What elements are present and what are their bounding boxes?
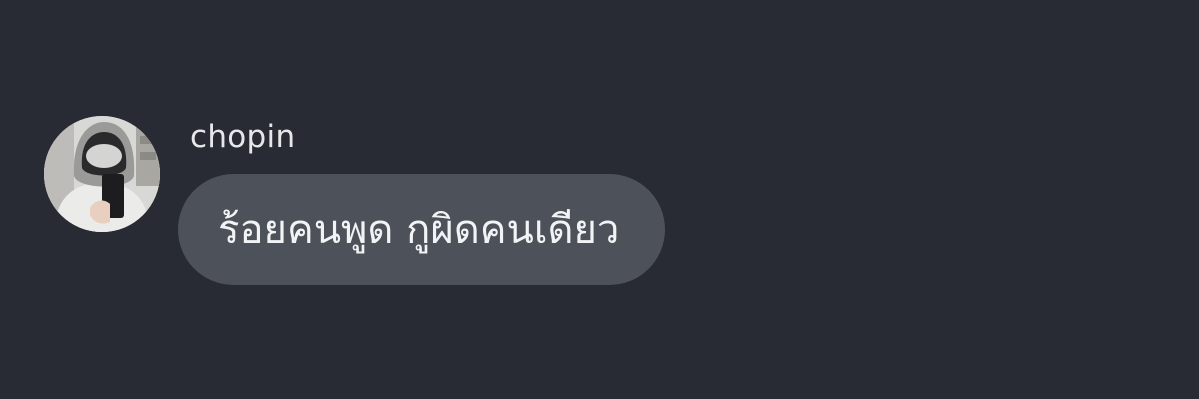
message-row: chopin ร้อยคนพูด กูผิดคนเดียว — [44, 116, 666, 285]
message-content: chopin ร้อยคนพูด กูผิดคนเดียว — [178, 116, 666, 285]
message-bubble[interactable]: ร้อยคนพูด กูผิดคนเดียว — [178, 174, 666, 285]
message-text: ร้อยคนพูด กูผิดคนเดียว — [218, 206, 620, 253]
avatar[interactable] — [44, 116, 160, 232]
sender-name[interactable]: chopin — [190, 118, 295, 156]
chat-area: chopin ร้อยคนพูด กูผิดคนเดียว — [0, 0, 1199, 399]
user-photo-icon — [44, 116, 160, 232]
